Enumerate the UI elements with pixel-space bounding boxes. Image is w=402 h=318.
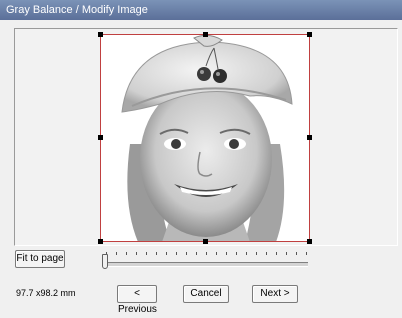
slider-tick: [216, 252, 217, 255]
slider-tick: [156, 252, 157, 255]
crop-handle-bottom-right[interactable]: [307, 239, 312, 244]
slider-tick: [296, 252, 297, 255]
slider-tick: [146, 252, 147, 255]
slider-tick: [276, 252, 277, 255]
slider-tick: [286, 252, 287, 255]
crop-handle-bottom-center[interactable]: [203, 239, 208, 244]
slider-tick: [186, 252, 187, 255]
slider-tick: [306, 252, 307, 255]
slider-tick: [196, 252, 197, 255]
slider-tick: [266, 252, 267, 255]
zoom-slider-thumb[interactable]: [102, 254, 108, 269]
slider-tick: [126, 252, 127, 255]
image-size-readout: 97.7 x98.2 mm: [16, 288, 76, 298]
slider-tick: [236, 252, 237, 255]
cancel-button[interactable]: Cancel: [183, 285, 229, 303]
fit-to-page-button[interactable]: Fit to page: [15, 250, 65, 268]
portrait-photo: [100, 34, 310, 242]
slider-tick: [116, 252, 117, 255]
photo-area[interactable]: [98, 32, 312, 244]
crop-handle-bottom-left[interactable]: [98, 239, 103, 244]
slider-tick: [206, 252, 207, 255]
crop-handle-top-left[interactable]: [98, 32, 103, 37]
next-button[interactable]: Next >: [252, 285, 298, 303]
zoom-slider[interactable]: [104, 262, 308, 267]
crop-handle-middle-left[interactable]: [98, 135, 103, 140]
slider-tick: [176, 252, 177, 255]
slider-tick: [246, 252, 247, 255]
slider-tick: [256, 252, 257, 255]
crop-handle-top-center[interactable]: [203, 32, 208, 37]
crop-handle-middle-right[interactable]: [307, 135, 312, 140]
previous-button[interactable]: < Previous: [117, 285, 157, 315]
window-title: Gray Balance / Modify Image: [0, 0, 402, 20]
slider-tick: [136, 252, 137, 255]
crop-handle-top-right[interactable]: [307, 32, 312, 37]
slider-tick: [226, 252, 227, 255]
slider-tick: [166, 252, 167, 255]
